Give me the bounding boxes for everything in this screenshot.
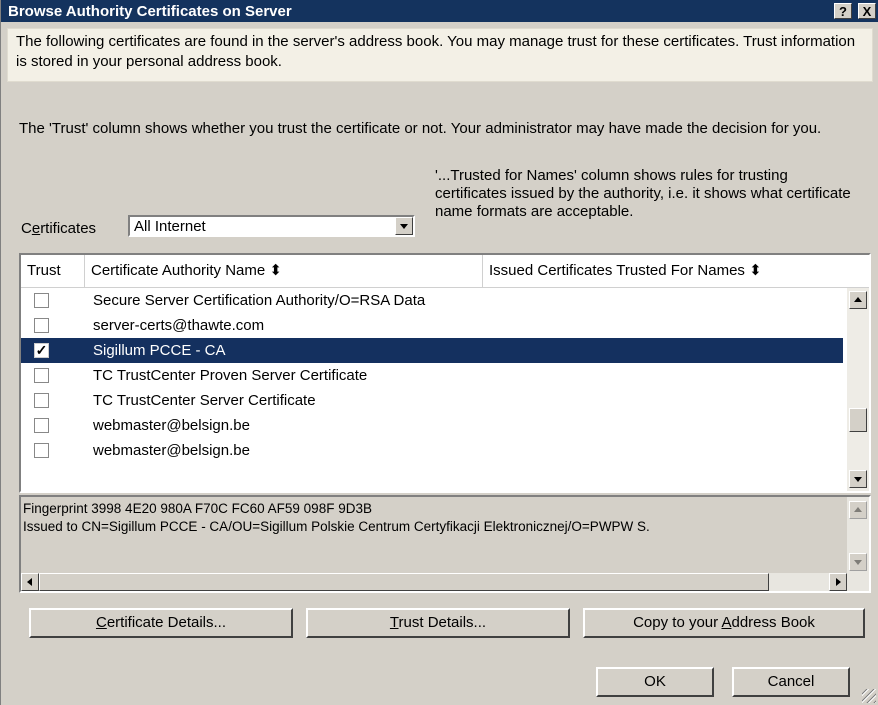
info-text: The following certificates are found in … [16, 33, 856, 70]
table-row[interactable]: TC TrustCenter Proven Server Certificate [21, 363, 843, 388]
scroll-thumb[interactable] [849, 408, 867, 432]
trust-checkbox[interactable]: ✓ [34, 343, 49, 358]
certificates-label: Certificates [21, 220, 97, 237]
authority-name: TC TrustCenter Proven Server Certificate [93, 367, 368, 384]
close-button[interactable]: X [858, 3, 876, 19]
details-horizontal-thumb[interactable] [39, 573, 769, 591]
details-scroll-left-button[interactable] [21, 573, 39, 591]
dialog-title: Browse Authority Certificates on Server [8, 3, 292, 20]
sort-icon: ⬍ [269, 262, 282, 279]
table-row[interactable]: Secure Server Certification Authority/O=… [21, 288, 843, 313]
certificate-details-button[interactable]: Certificate Details... [29, 608, 293, 638]
details-scroll-down-button[interactable] [849, 553, 867, 571]
column-header-authority-name[interactable]: Certificate Authority Name ⬍ [85, 255, 483, 287]
authority-name: TC TrustCenter Server Certificate [93, 392, 316, 409]
resize-grip-icon[interactable] [862, 689, 876, 703]
table-row[interactable]: ✓ Sigillum PCCE - CA [21, 338, 843, 363]
scroll-down-button[interactable] [849, 470, 867, 488]
table-row[interactable]: server-certs@thawte.com [21, 313, 843, 338]
fingerprint-text: Fingerprint 3998 4E20 980A F70C FC60 AF5… [23, 501, 372, 516]
list-rows: Secure Server Certification Authority/O=… [21, 288, 843, 463]
certificates-dropdown[interactable]: All Internet [128, 215, 415, 237]
help-button[interactable]: ? [834, 3, 852, 19]
copy-to-address-book-button[interactable]: Copy to your Address Book [583, 608, 865, 638]
authority-name: server-certs@thawte.com [93, 317, 265, 334]
arrow-left-icon [27, 578, 32, 586]
dropdown-arrow-button[interactable] [395, 217, 413, 235]
certificate-list[interactable]: Trust Certificate Authority Name ⬍ Issue… [19, 253, 871, 493]
arrow-down-icon [854, 477, 862, 482]
browse-certificates-dialog: Browse Authority Certificates on Server … [0, 0, 878, 705]
details-scroll-up-button[interactable] [849, 501, 867, 519]
trust-checkbox[interactable] [34, 418, 49, 433]
trust-checkbox[interactable] [34, 443, 49, 458]
trust-checkbox[interactable] [34, 368, 49, 383]
column-header-trusted-names[interactable]: Issued Certificates Trusted For Names ⬍ [483, 255, 869, 287]
sort-icon: ⬍ [749, 262, 762, 279]
title-bar[interactable]: Browse Authority Certificates on Server … [1, 0, 878, 22]
details-horizontal-scrollbar[interactable] [21, 573, 869, 591]
info-banner: The following certificates are found in … [7, 28, 873, 82]
trust-checkbox[interactable] [34, 393, 49, 408]
table-row[interactable]: webmaster@belsign.be [21, 413, 843, 438]
arrow-down-icon [854, 560, 862, 565]
table-row[interactable]: TC TrustCenter Server Certificate [21, 388, 843, 413]
ok-button[interactable]: OK [596, 667, 714, 697]
column-header-trust[interactable]: Trust [21, 255, 85, 287]
issued-to-text: Issued to CN=Sigillum PCCE - CA/OU=Sigil… [23, 519, 650, 534]
certificates-dropdown-value: All Internet [134, 218, 206, 235]
cancel-button[interactable]: Cancel [732, 667, 850, 697]
certificate-details-pane[interactable]: Fingerprint 3998 4E20 980A F70C FC60 AF5… [19, 495, 871, 593]
authority-name: Sigillum PCCE - CA [93, 342, 226, 359]
trust-checkbox[interactable] [34, 318, 49, 333]
arrow-right-icon [836, 578, 841, 586]
authority-name: webmaster@belsign.be [93, 417, 250, 434]
list-header: Trust Certificate Authority Name ⬍ Issue… [21, 255, 869, 288]
list-vertical-scrollbar[interactable] [847, 288, 869, 491]
authority-name: Secure Server Certification Authority/O=… [93, 292, 426, 309]
authority-name: webmaster@belsign.be [93, 442, 250, 459]
arrow-up-icon [854, 297, 862, 302]
table-row[interactable]: webmaster@belsign.be [21, 438, 843, 463]
trust-checkbox[interactable] [34, 293, 49, 308]
trust-details-button[interactable]: Trust Details... [306, 608, 570, 638]
arrow-up-icon [854, 507, 862, 512]
scroll-up-button[interactable] [849, 291, 867, 309]
details-scroll-right-button[interactable] [829, 573, 847, 591]
chevron-down-icon [400, 224, 408, 229]
trust-column-description: The 'Trust' column shows whether you tru… [19, 120, 822, 137]
trusted-names-description: '...Trusted for Names' column shows rule… [435, 167, 851, 220]
details-vertical-scrollbar[interactable] [847, 497, 869, 573]
